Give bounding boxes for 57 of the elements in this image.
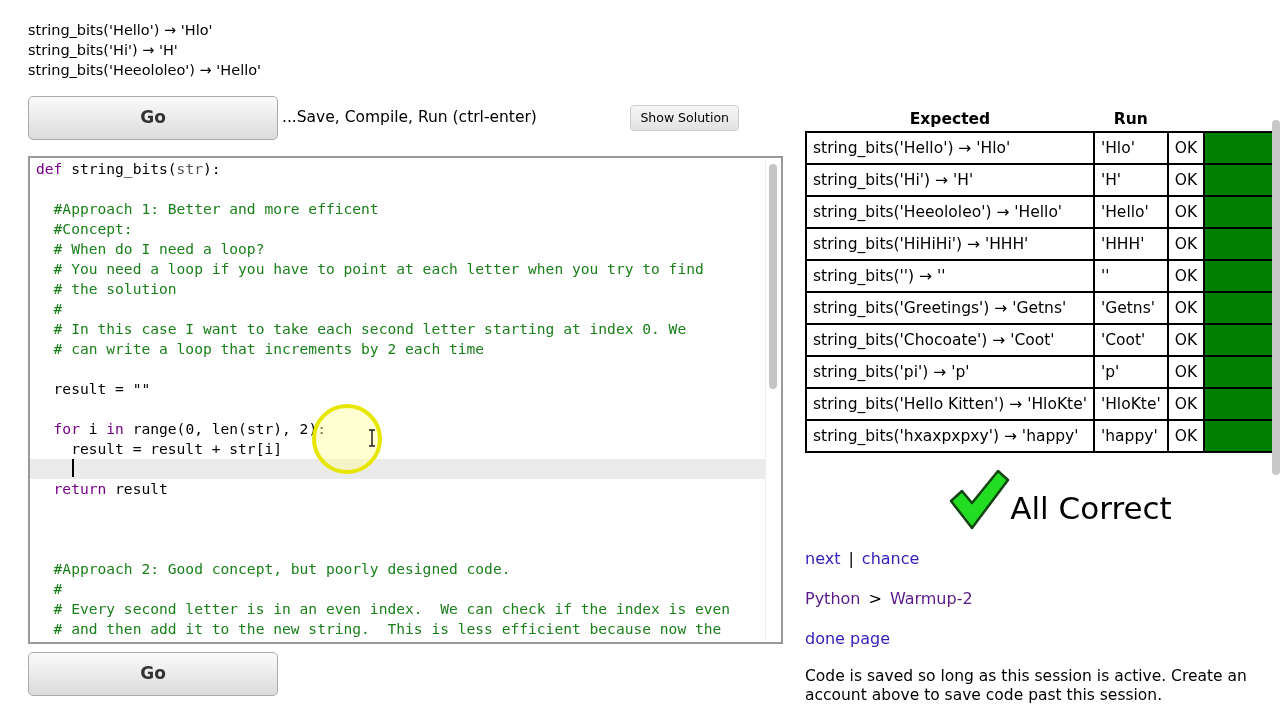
column-header: Run (1093, 108, 1168, 133)
code-line: # and then add it to the new string. This is less efficient because now the (52, 620, 722, 637)
code-line: # (52, 580, 63, 597)
table-cell: 'Getns' (1093, 292, 1168, 325)
table-cell: string_bits('hxaxpxpxy') → 'happy' (806, 420, 1094, 453)
code-line: result = result + str[i] (70, 440, 282, 457)
code-line: # the solution (52, 280, 177, 297)
table-cell: 'H' (1093, 164, 1168, 197)
column-header: Expected (806, 108, 1094, 133)
table-cell: 'Hlo' (1093, 132, 1168, 165)
chance-link[interactable]: chance (861, 547, 920, 572)
code-line: #Concept: (52, 220, 133, 237)
table-cell: string_bits('pi') → 'p' (806, 356, 1094, 389)
table-cell: string_bits('Hello Kitten') → 'HloKte' (806, 388, 1094, 421)
separator: | (848, 548, 854, 571)
code-line: # Every second letter is in an even index. We can check if the index is even (52, 600, 731, 617)
code-line: return result (52, 480, 168, 497)
next-link[interactable]: next (805, 547, 841, 572)
breadcrumb-link[interactable]: Python (805, 587, 861, 612)
code-line: # can write a loop that increments by 2 each time (52, 340, 485, 357)
code-editor[interactable] (28, 156, 783, 644)
code-line: result = "" (52, 380, 151, 397)
table-cell: 'HHH' (1093, 228, 1168, 261)
table-cell: string_bits('Heeololeo') → 'Hello' (806, 196, 1094, 229)
table-cell: string_bits('') → '' (806, 260, 1094, 293)
breadcrumb-link[interactable]: Warmup-2 (889, 587, 973, 612)
session-note: Code is saved so long as this session is active. Create an account above to save code past this session. (805, 667, 1248, 706)
table-cell: string_bits('Hi') → 'H' (806, 164, 1094, 197)
code-line: # When do I need a loop? (52, 240, 265, 257)
table-cell: string_bits('Chocoate') → 'Coot' (806, 324, 1094, 357)
table-cell: 'happy' (1093, 420, 1168, 453)
code-line: # (52, 300, 63, 317)
table-cell: 'HloKte' (1093, 388, 1168, 421)
table-cell: 'p' (1093, 356, 1168, 389)
example-text: string_bits('Hello') → 'Hlo' (28, 21, 214, 40)
result-message: All Correct (1010, 488, 1172, 528)
example-text: string_bits('Hi') → 'H' (28, 41, 179, 60)
table-cell: '' (1093, 260, 1168, 293)
table-cell: string_bits('Greetings') → 'Getns' (806, 292, 1094, 325)
page-scrollbar[interactable] (1272, 120, 1280, 475)
done-page-link[interactable]: done page (805, 629, 890, 649)
show-solution-button[interactable]: Show Solution (630, 104, 739, 132)
go-button[interactable]: Go (28, 652, 278, 696)
code-line: # In this case I want to take each second letter starting at index 0. We (52, 320, 687, 337)
code-line: #Approach 1: Better and more efficent (52, 200, 379, 217)
breadcrumb-separator: > (868, 588, 882, 611)
code-line: #Approach 2: Good concept, but poorly designed code. (52, 560, 511, 577)
go-button[interactable]: Go (28, 96, 278, 140)
table-cell: string_bits('Hello') → 'Hlo' (806, 132, 1094, 165)
example-text: string_bits('Heeololeo') → 'Hello' (28, 61, 263, 80)
table-cell: 'Hello' (1093, 196, 1168, 229)
code-line: def string_bits(str): (36, 160, 221, 177)
check-icon (948, 469, 1011, 532)
table-cell: string_bits('HiHiHi') → 'HHH' (806, 228, 1094, 261)
run-hint: ...Save, Compile, Run (ctrl-enter) (282, 107, 537, 129)
code-line: # You need a loop if you have to point at each letter when you try to find (52, 260, 704, 277)
table-cell: 'Coot' (1093, 324, 1168, 357)
